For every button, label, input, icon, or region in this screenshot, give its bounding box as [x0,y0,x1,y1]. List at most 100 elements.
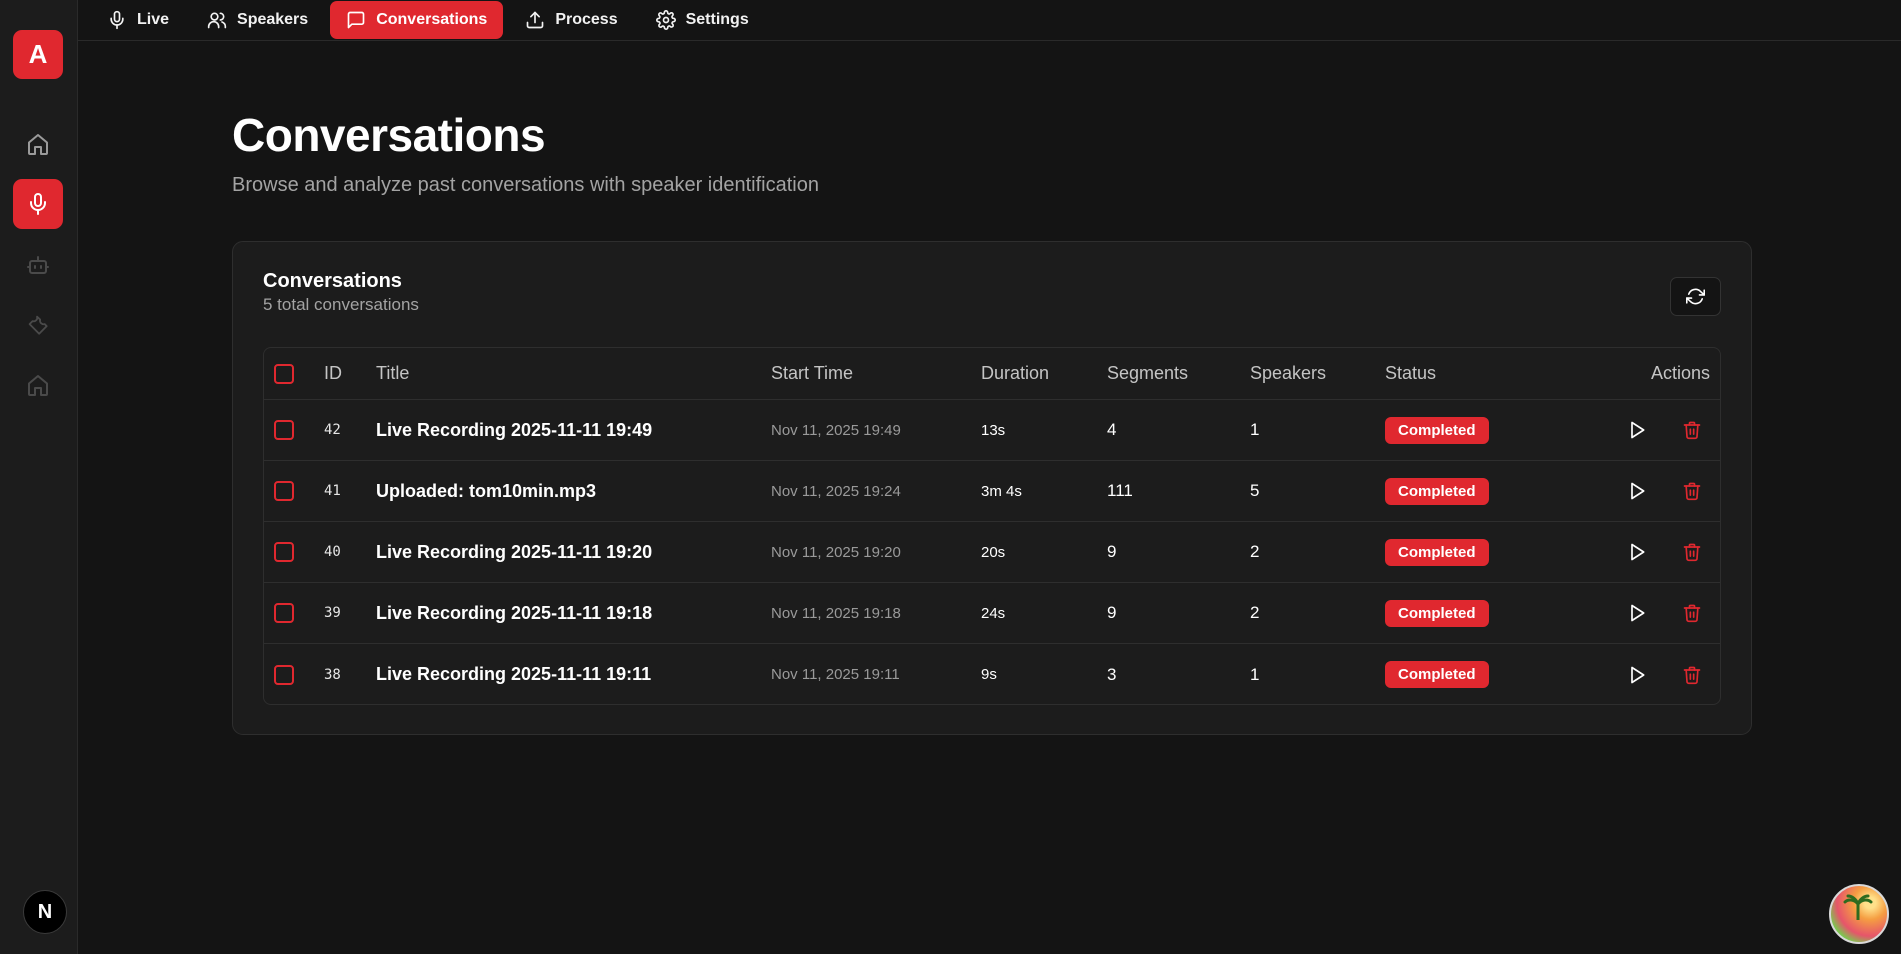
tab-live[interactable]: Live [91,1,185,39]
play-button[interactable] [1627,583,1647,643]
trash-icon [1683,666,1701,684]
row-duration: 9s [981,666,997,683]
app-logo[interactable]: A [13,30,63,79]
sidebar: A N [0,0,78,954]
status-badge: Completed [1385,661,1489,688]
delete-button[interactable] [1682,644,1702,704]
trash-icon [1683,482,1701,501]
play-icon [1631,543,1645,561]
select-all-checkbox[interactable] [274,363,294,384]
row-id: 42 [324,422,341,438]
mic-icon [110,10,124,30]
table-row[interactable]: 40 Live Recording 2025-11-11 19:20 Nov 1… [264,522,1720,583]
column-header-id[interactable]: ID [324,348,342,399]
row-speakers: 2 [1250,542,1260,561]
row-duration: 20s [981,543,1006,561]
row-checkbox[interactable] [274,481,294,501]
status-badge: Completed [1385,599,1489,627]
row-start-time: Nov 11, 2025 19:49 [771,421,901,439]
row-checkbox[interactable] [274,603,294,623]
column-header-speakers[interactable]: Speakers [1250,348,1326,399]
play-icon [1631,666,1645,683]
row-speakers: 1 [1250,664,1260,684]
status-badge: Completed [1385,416,1489,444]
home-icon [28,134,48,155]
row-title[interactable]: Live Recording 2025-11-11 19:11 [376,644,651,704]
play-button[interactable] [1627,461,1647,521]
tab-conversations[interactable]: Conversations [330,1,504,39]
play-icon [1631,421,1645,439]
row-checkbox[interactable] [274,420,294,440]
row-segments: 4 [1107,420,1117,439]
row-checkbox[interactable] [274,664,294,685]
delete-button[interactable] [1682,583,1702,643]
table-row[interactable]: 41 Uploaded: tom10min.mp3 Nov 11, 2025 1… [264,461,1720,522]
tab-label: Settings [685,11,749,28]
sidebar-home-button[interactable] [13,119,63,169]
column-header-segments[interactable]: Segments [1107,348,1188,399]
tab-label: Live [137,11,170,28]
sidebar-home2-button[interactable] [13,360,63,410]
row-segments: 9 [1107,603,1117,622]
home-icon [28,375,48,396]
play-button[interactable] [1627,644,1647,704]
row-speakers: 2 [1250,603,1260,622]
row-duration: 24s [981,604,1006,622]
refresh-icon [1686,288,1705,305]
row-id: 40 [324,544,341,560]
trash-icon [1683,543,1701,562]
row-checkbox[interactable] [274,542,294,562]
user-avatar[interactable] [1829,884,1889,944]
column-header-start-time[interactable]: Start Time [771,348,853,399]
row-title[interactable]: Live Recording 2025-11-11 19:49 [376,400,652,460]
sidebar-mic-button[interactable] [13,179,63,229]
mic-icon [30,193,46,215]
row-title[interactable]: Live Recording 2025-11-11 19:20 [376,522,652,582]
play-icon [1631,482,1645,500]
bot-icon [27,256,49,274]
table-row[interactable]: 42 Live Recording 2025-11-11 19:49 Nov 1… [264,400,1720,461]
row-title[interactable]: Live Recording 2025-11-11 19:18 [376,583,652,643]
row-start-time: Nov 11, 2025 19:11 [771,666,900,683]
row-segments: 111 [1107,481,1133,500]
column-header-status[interactable]: Status [1385,348,1436,399]
status-badge: Completed [1385,538,1489,566]
wrench-icon [28,315,48,335]
page-subtitle: Browse and analyze past conversations wi… [232,174,819,196]
play-button[interactable] [1627,522,1647,582]
row-id: 41 [324,483,341,499]
row-duration: 3m 4s [981,482,1022,500]
delete-button[interactable] [1682,461,1702,521]
conversations-table: ID Title Start Time Duration Segments Sp… [263,347,1721,705]
table-row[interactable]: 38 Live Recording 2025-11-11 19:11 Nov 1… [264,644,1720,704]
tab-label: Process [555,11,618,28]
delete-button[interactable] [1682,522,1702,582]
tab-settings[interactable]: Settings [640,1,765,39]
row-start-time: Nov 11, 2025 19:18 [771,604,901,622]
column-header-duration[interactable]: Duration [981,348,1049,399]
page-title: Conversations [232,109,546,161]
message-square-icon [347,11,365,29]
sidebar-bot-button[interactable] [13,240,63,290]
row-id: 39 [324,605,341,621]
play-icon [1631,604,1645,622]
table-row[interactable]: 39 Live Recording 2025-11-11 19:18 Nov 1… [264,583,1720,644]
trash-icon [1683,604,1701,623]
tab-label: Conversations [376,11,488,28]
delete-button[interactable] [1682,400,1702,460]
row-title[interactable]: Uploaded: tom10min.mp3 [376,461,596,521]
tab-process[interactable]: Process [509,1,633,39]
next-badge[interactable]: N [23,890,67,934]
refresh-button[interactable] [1670,277,1721,316]
sidebar-tools-button[interactable] [13,300,63,350]
row-speakers: 1 [1250,420,1260,439]
play-button[interactable] [1627,400,1647,460]
status-badge: Completed [1385,477,1489,505]
tab-speakers[interactable]: Speakers [191,1,324,39]
table-header-row: ID Title Start Time Duration Segments Sp… [264,348,1720,400]
column-header-title[interactable]: Title [376,348,409,399]
trash-icon [1683,421,1701,440]
upload-icon [526,11,544,29]
row-start-time: Nov 11, 2025 19:24 [771,482,901,500]
conversations-card: Conversations 5 total conversations ID T… [232,241,1752,735]
